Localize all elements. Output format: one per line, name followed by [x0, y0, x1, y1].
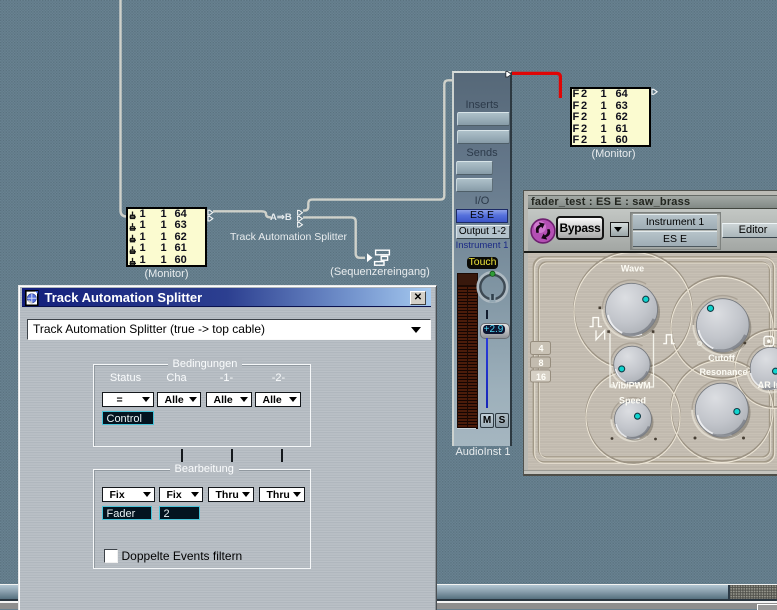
svg-text:8: 8	[538, 358, 543, 368]
svg-text:4: 4	[538, 344, 543, 354]
svg-text:Vib/PWM: Vib/PWM	[612, 381, 650, 391]
svg-text:Wave: Wave	[620, 264, 643, 274]
svg-text:Resonance: Resonance	[699, 367, 747, 377]
svg-text:Speed: Speed	[618, 396, 645, 406]
svg-text:Cutoff: Cutoff	[708, 353, 735, 363]
svg-text:16: 16	[535, 372, 545, 382]
svg-text:AR Int: AR Int	[757, 380, 777, 390]
